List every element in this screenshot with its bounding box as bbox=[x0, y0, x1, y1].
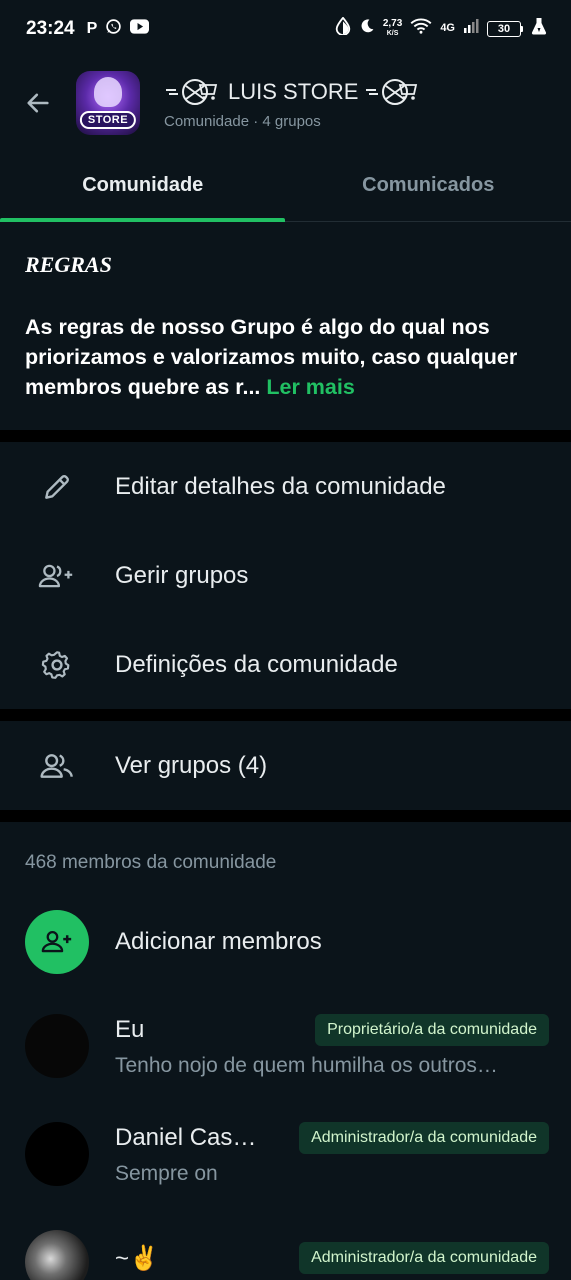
add-person-icon bbox=[41, 931, 72, 953]
flask-icon bbox=[531, 17, 547, 40]
members-count: 468 membros da comunidade bbox=[25, 852, 277, 873]
community-settings-label: Definições da comunidade bbox=[115, 650, 398, 678]
role-badge: Administrador/a da comunidade bbox=[299, 1122, 549, 1154]
community-title: LUIS STORE bbox=[228, 78, 359, 104]
member-row[interactable]: Eu Proprietário/a da comunidade Tenho no… bbox=[0, 992, 571, 1100]
avatar bbox=[25, 1230, 89, 1280]
moon-icon bbox=[359, 18, 375, 39]
member-name: ~✌️ bbox=[115, 1244, 159, 1272]
tab-bar: Comunidade Comunicados bbox=[0, 149, 571, 222]
network-speed: 2,73 K/S bbox=[382, 17, 403, 39]
member-status: Sempre on bbox=[115, 1162, 218, 1185]
speed-value: 2,73 bbox=[382, 17, 403, 29]
p-app-icon: P bbox=[86, 19, 98, 37]
manage-groups-label: Gerir grupos bbox=[115, 561, 249, 589]
rules-title: REGRAS bbox=[25, 252, 112, 277]
section-divider bbox=[0, 430, 571, 442]
avatar bbox=[25, 1014, 89, 1078]
battery-level: 30 bbox=[487, 20, 521, 37]
gear-icon bbox=[41, 650, 69, 679]
member-name: Eu bbox=[115, 1016, 145, 1043]
active-tab-indicator bbox=[0, 218, 285, 222]
speed-unit: K/S bbox=[386, 29, 399, 37]
rules-text: As regras de nosso Grupo é algo do qual … bbox=[25, 312, 546, 402]
status-bar: 23:24 P 2,73 K/S 4G 30 bbox=[0, 0, 571, 57]
read-more-link[interactable]: Ler mais bbox=[266, 375, 354, 399]
edit-community-button[interactable]: Editar detalhes da comunidade bbox=[0, 442, 571, 531]
section-divider bbox=[0, 810, 571, 822]
community-settings-button[interactable]: Definições da comunidade bbox=[0, 620, 571, 709]
battery-indicator: 30 bbox=[487, 20, 523, 37]
view-groups-label: Ver grupos (4) bbox=[115, 751, 268, 779]
pencil-icon bbox=[44, 474, 69, 499]
avatar bbox=[25, 1122, 89, 1186]
whatsapp-icon bbox=[105, 18, 122, 40]
arrow-back-icon bbox=[27, 93, 49, 113]
section-divider bbox=[0, 709, 571, 721]
tab-comunidade[interactable]: Comunidade bbox=[0, 149, 286, 221]
manage-groups-icon bbox=[38, 564, 72, 587]
tab-comunicados[interactable]: Comunicados bbox=[286, 149, 571, 221]
groups-icon bbox=[39, 753, 73, 778]
network-type: 4G bbox=[440, 22, 455, 34]
clock: 23:24 bbox=[26, 17, 75, 39]
data-saver-icon bbox=[335, 16, 351, 40]
add-members-label: Adicionar membros bbox=[115, 928, 322, 955]
view-groups-button[interactable]: Ver grupos (4) bbox=[0, 721, 571, 810]
community-subtitle: Comunidade · 4 grupos bbox=[164, 112, 321, 130]
signal-icon bbox=[463, 18, 479, 39]
community-avatar[interactable]: STORE bbox=[76, 71, 140, 135]
cart-decoration-icon bbox=[364, 77, 422, 107]
manage-groups-button[interactable]: Gerir grupos bbox=[0, 531, 571, 620]
cart-decoration-icon bbox=[164, 77, 222, 107]
member-status: Tenho nojo de quem humilha os outros… bbox=[115, 1054, 498, 1077]
role-badge: Administrador/a da comunidade bbox=[299, 1242, 549, 1274]
back-button[interactable] bbox=[0, 57, 76, 149]
avatar-logo-text: STORE bbox=[79, 111, 137, 129]
admin-actions: Editar detalhes da comunidade Gerir grup… bbox=[0, 442, 571, 709]
edit-community-label: Editar detalhes da comunidade bbox=[115, 472, 446, 500]
community-info[interactable]: LUIS STORE Comunidade · 4 grupos bbox=[164, 77, 422, 130]
community-description: REGRAS As regras de nosso Grupo é algo d… bbox=[0, 222, 571, 430]
role-badge: Proprietário/a da comunidade bbox=[315, 1014, 549, 1046]
youtube-icon bbox=[130, 18, 150, 39]
community-header: STORE LUIS STORE Comunidade · 4 grupos bbox=[0, 57, 571, 149]
add-members-button[interactable]: Adicionar membros bbox=[0, 892, 571, 992]
member-row[interactable]: ~✌️ Administrador/a da comunidade bbox=[0, 1208, 571, 1280]
member-name: Daniel Cas… bbox=[115, 1124, 257, 1151]
wifi-icon bbox=[410, 18, 432, 39]
member-row[interactable]: Daniel Cas… Administrador/a da comunidad… bbox=[0, 1100, 571, 1208]
